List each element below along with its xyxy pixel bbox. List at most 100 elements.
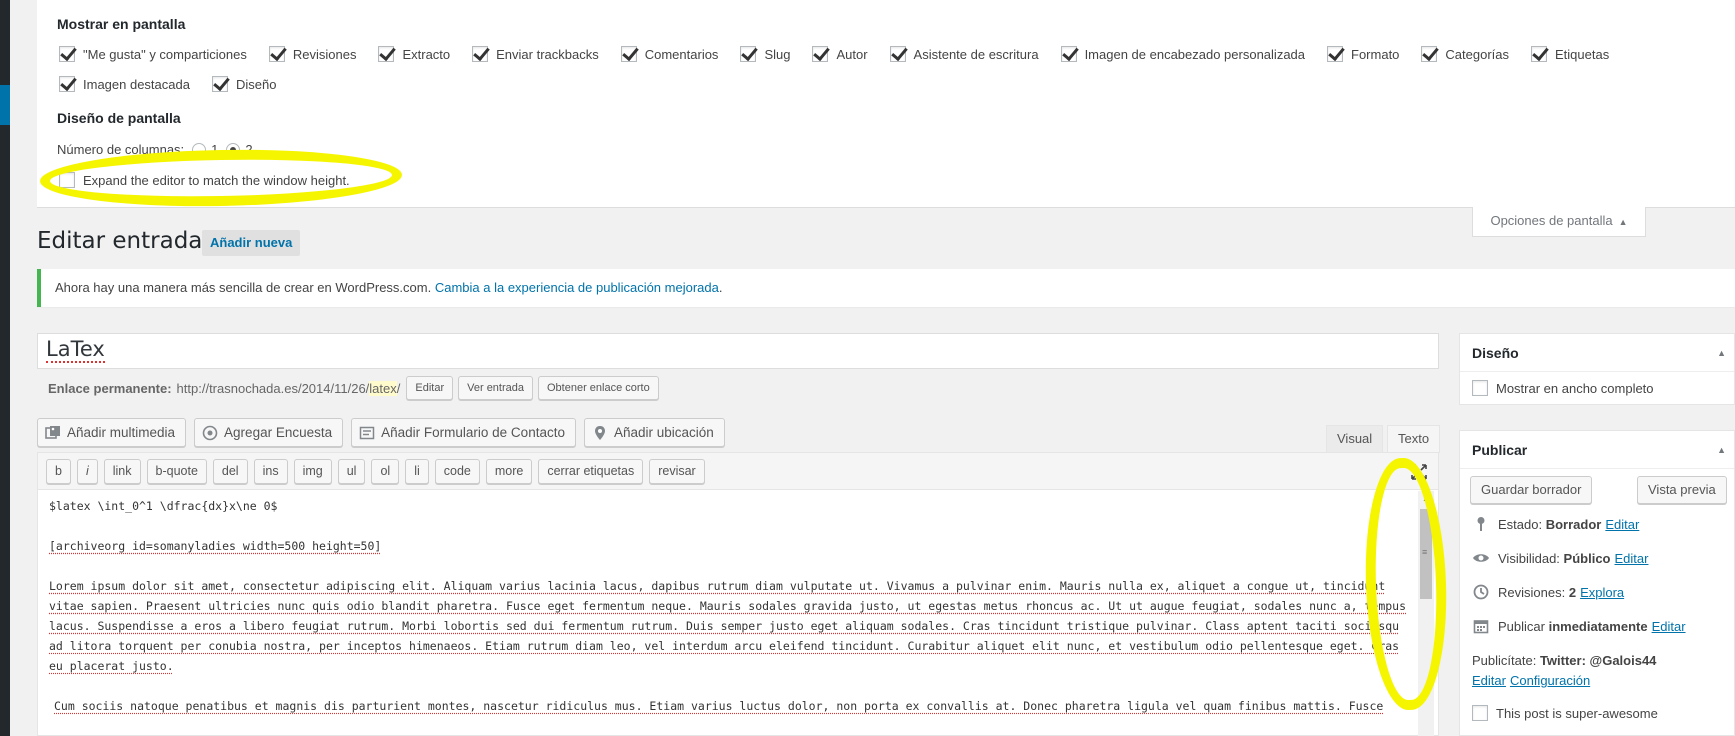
revisions-browse-link[interactable]: Explora	[1580, 585, 1624, 600]
editor-scrollbar[interactable]: ▲	[1418, 491, 1434, 736]
post-title-input[interactable]: LaTex	[37, 333, 1439, 369]
quicktag-b-quote-button[interactable]: b-quote	[146, 459, 207, 484]
columns-label: Número de columnas:	[57, 142, 185, 157]
screen-option-checkbox[interactable]: Formato	[1327, 46, 1399, 62]
permalink-edit-button[interactable]: Editar	[406, 376, 454, 400]
add-location-label: Añadir ubicación	[613, 425, 714, 440]
checkbox[interactable]	[1421, 46, 1438, 62]
preview-button[interactable]: Vista previa	[1637, 476, 1727, 504]
publish-box-title: Publicar	[1472, 442, 1528, 458]
distraction-free-icon[interactable]	[1410, 463, 1428, 481]
quicktag-code-button[interactable]: code	[434, 459, 480, 484]
layout-box-header[interactable]: Diseño ▲	[1460, 334, 1734, 372]
scroll-up-icon[interactable]: ▲	[1422, 494, 1430, 503]
publish-time-edit-link[interactable]: Editar	[1652, 619, 1686, 634]
get-shortlink-button[interactable]: Obtener enlace corto	[538, 376, 659, 400]
tab-text[interactable]: Texto	[1387, 425, 1441, 453]
add-location-button[interactable]: Añadir ubicación	[583, 418, 725, 447]
screen-layout-heading: Diseño de pantalla	[57, 110, 181, 126]
checkbox[interactable]	[268, 46, 285, 62]
publicize-row: Publicítate: Twitter: @Galois44	[1472, 653, 1656, 668]
quicktag-b-button[interactable]: b	[46, 459, 71, 484]
full-width-checkbox[interactable]	[1472, 380, 1488, 396]
screen-option-checkbox[interactable]: Imagen de encabezado personalizada	[1060, 46, 1305, 62]
checkbox[interactable]	[211, 76, 228, 92]
checkbox[interactable]	[1060, 46, 1077, 62]
checkbox[interactable]	[740, 46, 757, 62]
quicktag-cerrar-etiquetas-button[interactable]: cerrar etiquetas	[538, 459, 644, 484]
screen-options-tab[interactable]: Opciones de pantalla ▲	[1472, 207, 1646, 237]
checkbox[interactable]	[378, 46, 395, 62]
screen-option-checkbox[interactable]: Categorías	[1421, 46, 1509, 62]
screen-option-checkbox[interactable]: Asistente de escritura	[889, 46, 1039, 62]
checkbox-label: Formato	[1351, 46, 1400, 62]
expand-editor-option[interactable]: Expand the editor to match the window he…	[59, 172, 350, 188]
publicize-edit-link[interactable]: Editar	[1472, 673, 1506, 688]
publicize-value: Twitter: @Galois44	[1539, 653, 1657, 668]
checkbox[interactable]	[889, 46, 906, 62]
content-textarea[interactable]: $latex \int_0^1 \dfrac{dx}x\ne 0$ [archi…	[37, 490, 1439, 736]
publish-box-header[interactable]: Publicar ▲	[1460, 431, 1734, 469]
permalink-url[interactable]: http://trasnochada.es/2014/11/26/latex/	[177, 380, 400, 396]
screen-option-checkbox[interactable]: Imagen destacada	[59, 76, 190, 92]
save-draft-button[interactable]: Guardar borrador	[1470, 476, 1593, 504]
checkbox[interactable]	[59, 76, 75, 92]
publish-time-label: Publicar	[1498, 618, 1545, 634]
revisions-row: Revisiones: 2 Explora	[1472, 583, 1624, 601]
caret-up-icon[interactable]: ▲	[1717, 431, 1726, 469]
screen-options-tab-label: Opciones de pantalla	[1490, 213, 1613, 228]
expand-editor-checkbox[interactable]	[59, 172, 75, 188]
visibility-edit-link[interactable]: Editar	[1615, 551, 1649, 566]
checkbox[interactable]	[472, 46, 489, 62]
permalink-row: Enlace permanente: http://trasnochada.es…	[48, 376, 664, 400]
checkbox[interactable]	[620, 46, 637, 62]
screen-option-checkbox[interactable]: Slug	[740, 46, 790, 62]
caret-up-icon[interactable]: ▲	[1717, 334, 1726, 372]
add-poll-button[interactable]: Agregar Encuesta	[194, 418, 344, 447]
publicize-config-link[interactable]: Configuración	[1510, 673, 1590, 688]
quicktag-img-button[interactable]: img	[293, 459, 332, 484]
screen-option-checkbox[interactable]: Enviar trackbacks	[472, 46, 599, 62]
add-new-button[interactable]: Añadir nueva	[202, 230, 301, 256]
screen-option-checkbox[interactable]: Extracto	[378, 46, 450, 62]
admin-menu-pointer	[0, 91, 10, 119]
scrollbar-thumb[interactable]	[1420, 509, 1432, 599]
schedule-row: Publicar inmediatamente Editar	[1472, 617, 1686, 635]
quicktag-ol-button[interactable]: ol	[371, 459, 400, 484]
view-post-button[interactable]: Ver entrada	[458, 376, 533, 400]
notice-link[interactable]: Cambia a la experiencia de publicación m…	[435, 280, 719, 295]
screen-option-checkbox[interactable]: Etiquetas	[1531, 46, 1609, 62]
checkbox[interactable]	[59, 46, 75, 62]
screen-option-checkbox[interactable]: Diseño	[211, 76, 276, 92]
permalink-slug: latex	[369, 380, 397, 396]
checkbox[interactable]	[1327, 46, 1344, 62]
quicktag-i-button[interactable]: i	[76, 459, 98, 484]
checkbox-label: Imagen destacada	[83, 76, 190, 92]
super-awesome-checkbox[interactable]	[1472, 705, 1488, 721]
status-edit-link[interactable]: Editar	[1605, 517, 1639, 532]
screen-option-checkbox[interactable]: Revisiones	[268, 46, 356, 62]
super-awesome-option[interactable]: This post is super-awesome	[1472, 705, 1658, 721]
full-width-option[interactable]: Mostrar en ancho completo	[1472, 380, 1654, 396]
checkbox-label: Categorías	[1445, 46, 1510, 62]
checkbox-label: Autor	[836, 46, 868, 62]
checkbox[interactable]	[812, 46, 829, 62]
tab-visual[interactable]: Visual	[1326, 425, 1384, 453]
column-radio-1[interactable]	[192, 142, 207, 157]
quicktag-li-button[interactable]: li	[405, 459, 429, 484]
checkbox[interactable]	[1531, 46, 1548, 62]
quicktag-revisar-button[interactable]: revisar	[649, 459, 705, 484]
column-radio-2[interactable]	[226, 142, 241, 157]
add-poll-label: Agregar Encuesta	[224, 425, 333, 440]
quicktag-link-button[interactable]: link	[103, 459, 141, 484]
quicktag-del-button[interactable]: del	[212, 459, 248, 484]
screen-option-checkbox[interactable]: Comentarios	[620, 46, 718, 62]
add-media-button[interactable]: Añadir multimedia	[37, 418, 187, 447]
screen-option-checkbox[interactable]: Autor	[812, 46, 868, 62]
quicktag-ul-button[interactable]: ul	[337, 459, 366, 484]
add-contact-form-button[interactable]: Añadir Formulario de Contacto	[351, 418, 576, 447]
quicktag-ins-button[interactable]: ins	[253, 459, 288, 484]
notice-trail: .	[718, 280, 723, 295]
quicktag-more-button[interactable]: more	[485, 459, 533, 484]
screen-option-checkbox[interactable]: "Me gusta" y comparticiones	[59, 46, 247, 62]
